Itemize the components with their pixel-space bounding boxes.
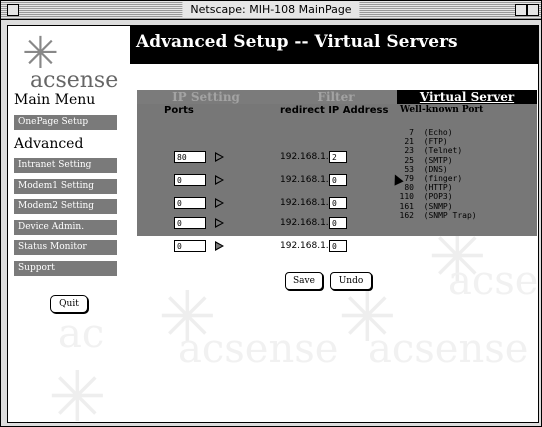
quit-button[interactable]: Quit: [50, 295, 88, 313]
port-input[interactable]: 0: [174, 240, 206, 252]
port-input[interactable]: 0: [174, 217, 206, 229]
ip-prefix: 192.168.1.: [280, 198, 329, 208]
window-collapse-box[interactable]: [527, 4, 539, 16]
wellknown-port-row: 7 (Echo): [409, 128, 453, 137]
sidebar-item-device-admin[interactable]: Device Admin.: [14, 220, 117, 235]
page-title: Advanced Setup -- Virtual Servers: [136, 32, 458, 52]
logo-text: acsense: [30, 68, 119, 93]
tab-virtual-server[interactable]: Virtual Server: [397, 90, 537, 104]
sidebar-item-modem2-setting[interactable]: Modem2 Setting: [14, 199, 117, 214]
wellknown-port-row: 110 (POP3): [399, 192, 453, 202]
wellknown-port-row: 161 (SNMP): [399, 201, 453, 211]
brand-logo: ✳ acsense: [12, 30, 128, 94]
ip-prefix: 192.168.1.: [280, 218, 329, 228]
watermark-logo: acsense: [368, 326, 529, 372]
main-menu-heading: Main Menu: [14, 92, 96, 108]
undo-button[interactable]: Undo: [330, 272, 372, 290]
window-titlebar[interactable]: Netscape: MIH-108 MainPage: [1, 1, 541, 20]
wellknown-port-row: 25 (SMTP): [404, 155, 453, 165]
window-zoom-box[interactable]: [515, 4, 527, 16]
sidebar-item-modem1-setting[interactable]: Modem1 Setting: [14, 179, 117, 194]
save-button[interactable]: Save: [285, 272, 323, 290]
ip-prefix: 192.168.1.: [280, 152, 329, 162]
virtual-server-panel: IP Setting Filter Virtual Server Ports r…: [137, 90, 537, 236]
tab-filter[interactable]: Filter: [275, 90, 397, 104]
play-arrow-icon: [215, 152, 224, 162]
tab-ip-setting[interactable]: IP Setting: [137, 90, 275, 104]
wellknown-port-list: 7 (Echo) 21 (FTP) 23 (Telnet) 25 (SMTP) …: [396, 128, 477, 220]
ip-prefix: 192.168.1.: [280, 175, 329, 185]
wellknown-port-row: 23 (Telnet): [404, 146, 463, 156]
window-title: Netscape: MIH-108 MainPage: [182, 2, 360, 18]
wellknown-port-row: 162 (SNMP Trap): [399, 210, 477, 220]
watermark-logo: acsense: [448, 258, 539, 304]
port-input[interactable]: 0: [174, 174, 206, 186]
redirect-ip-column-header: redirect IP Address: [280, 105, 389, 116]
ip-last-octet-input[interactable]: 0: [329, 174, 347, 186]
wellknown-port-header: Well-known Port: [400, 105, 484, 115]
window-close-box[interactable]: [7, 4, 19, 16]
browser-window: Netscape: MIH-108 MainPage ✳ acsense ✳ a…: [0, 0, 542, 427]
wellknown-port-row: 21 (FTP): [404, 137, 448, 147]
page-header: Advanced Setup -- Virtual Servers: [130, 26, 538, 64]
ip-prefix: 192.168.1.: [280, 241, 329, 251]
advanced-heading: Advanced: [14, 136, 84, 152]
ip-last-octet-input[interactable]: 0: [329, 217, 347, 229]
play-arrow-icon: [215, 241, 224, 251]
sidebar-item-intranet-setting[interactable]: Intranet Setting: [14, 158, 117, 173]
ip-last-octet-input[interactable]: 0: [329, 240, 347, 252]
wellknown-port-row: 53 (DNS): [404, 164, 448, 174]
page-content: ✳ acsense ✳ acsense ✳ ✳ acsense ac ✳ acs…: [7, 25, 539, 423]
play-arrow-icon: [215, 175, 224, 185]
port-input[interactable]: 0: [174, 197, 206, 209]
play-arrow-icon: [215, 198, 224, 208]
wellknown-port-row: 80 (HTTP): [404, 183, 453, 193]
sidebar-item-onepage-setup[interactable]: OnePage Setup: [14, 115, 117, 130]
wellknown-port-row: 79 (finger): [404, 174, 463, 184]
sidebar-item-status-monitor[interactable]: Status Monitor: [14, 240, 117, 255]
port-input[interactable]: 80: [174, 151, 206, 163]
ip-last-octet-input[interactable]: 2: [329, 151, 347, 163]
watermark-star-icon: ✳: [158, 276, 217, 358]
watermark-logo: acsense: [178, 326, 339, 372]
sidebar-item-support[interactable]: Support: [14, 261, 117, 276]
ip-last-octet-input[interactable]: 0: [329, 197, 347, 209]
play-arrow-icon: [215, 218, 224, 228]
ports-column-header: Ports: [164, 105, 194, 116]
sidebar: ✳ acsense Main Menu OnePage Setup Advanc…: [8, 26, 130, 422]
